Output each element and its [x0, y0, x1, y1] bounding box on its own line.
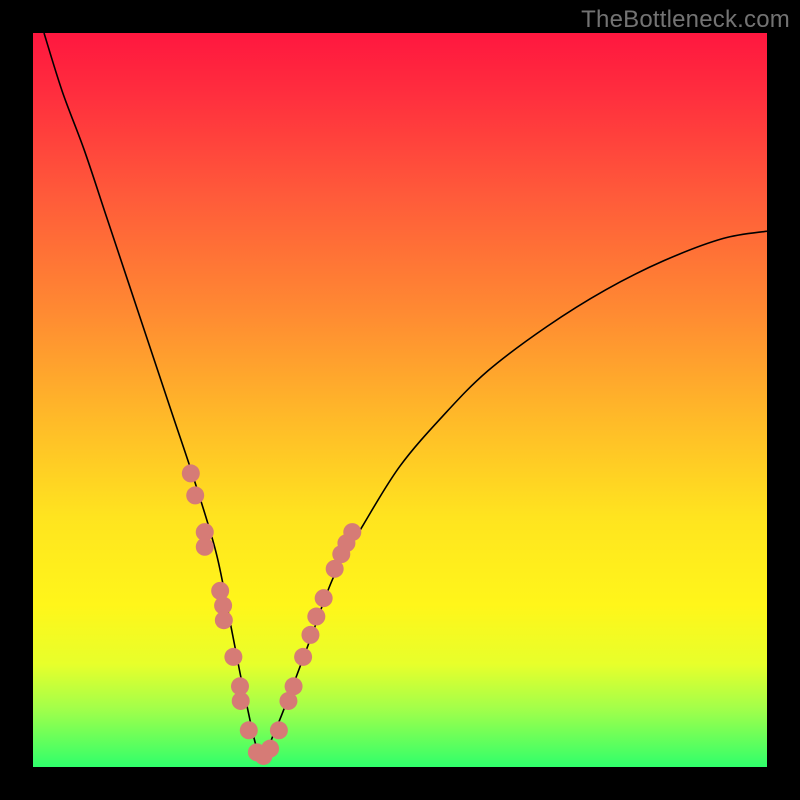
- marker-dot: [343, 523, 361, 541]
- marker-dot: [186, 486, 204, 504]
- marker-dot: [301, 626, 319, 644]
- marker-dot: [232, 692, 250, 710]
- plot-area: [33, 33, 767, 767]
- marker-dot: [294, 648, 312, 666]
- marker-dot: [315, 589, 333, 607]
- marker-dot: [285, 677, 303, 695]
- marker-dot: [240, 721, 258, 739]
- marker-dot: [182, 464, 200, 482]
- bottleneck-curve: [44, 33, 767, 757]
- chart-svg: [33, 33, 767, 767]
- marker-dot: [196, 538, 214, 556]
- marker-group: [182, 464, 361, 765]
- marker-dot: [224, 648, 242, 666]
- marker-dot: [307, 608, 325, 626]
- marker-dot: [261, 740, 279, 758]
- watermark-text: TheBottleneck.com: [581, 6, 790, 34]
- marker-dot: [215, 611, 233, 629]
- marker-dot: [270, 721, 288, 739]
- outer-frame: TheBottleneck.com: [0, 0, 800, 800]
